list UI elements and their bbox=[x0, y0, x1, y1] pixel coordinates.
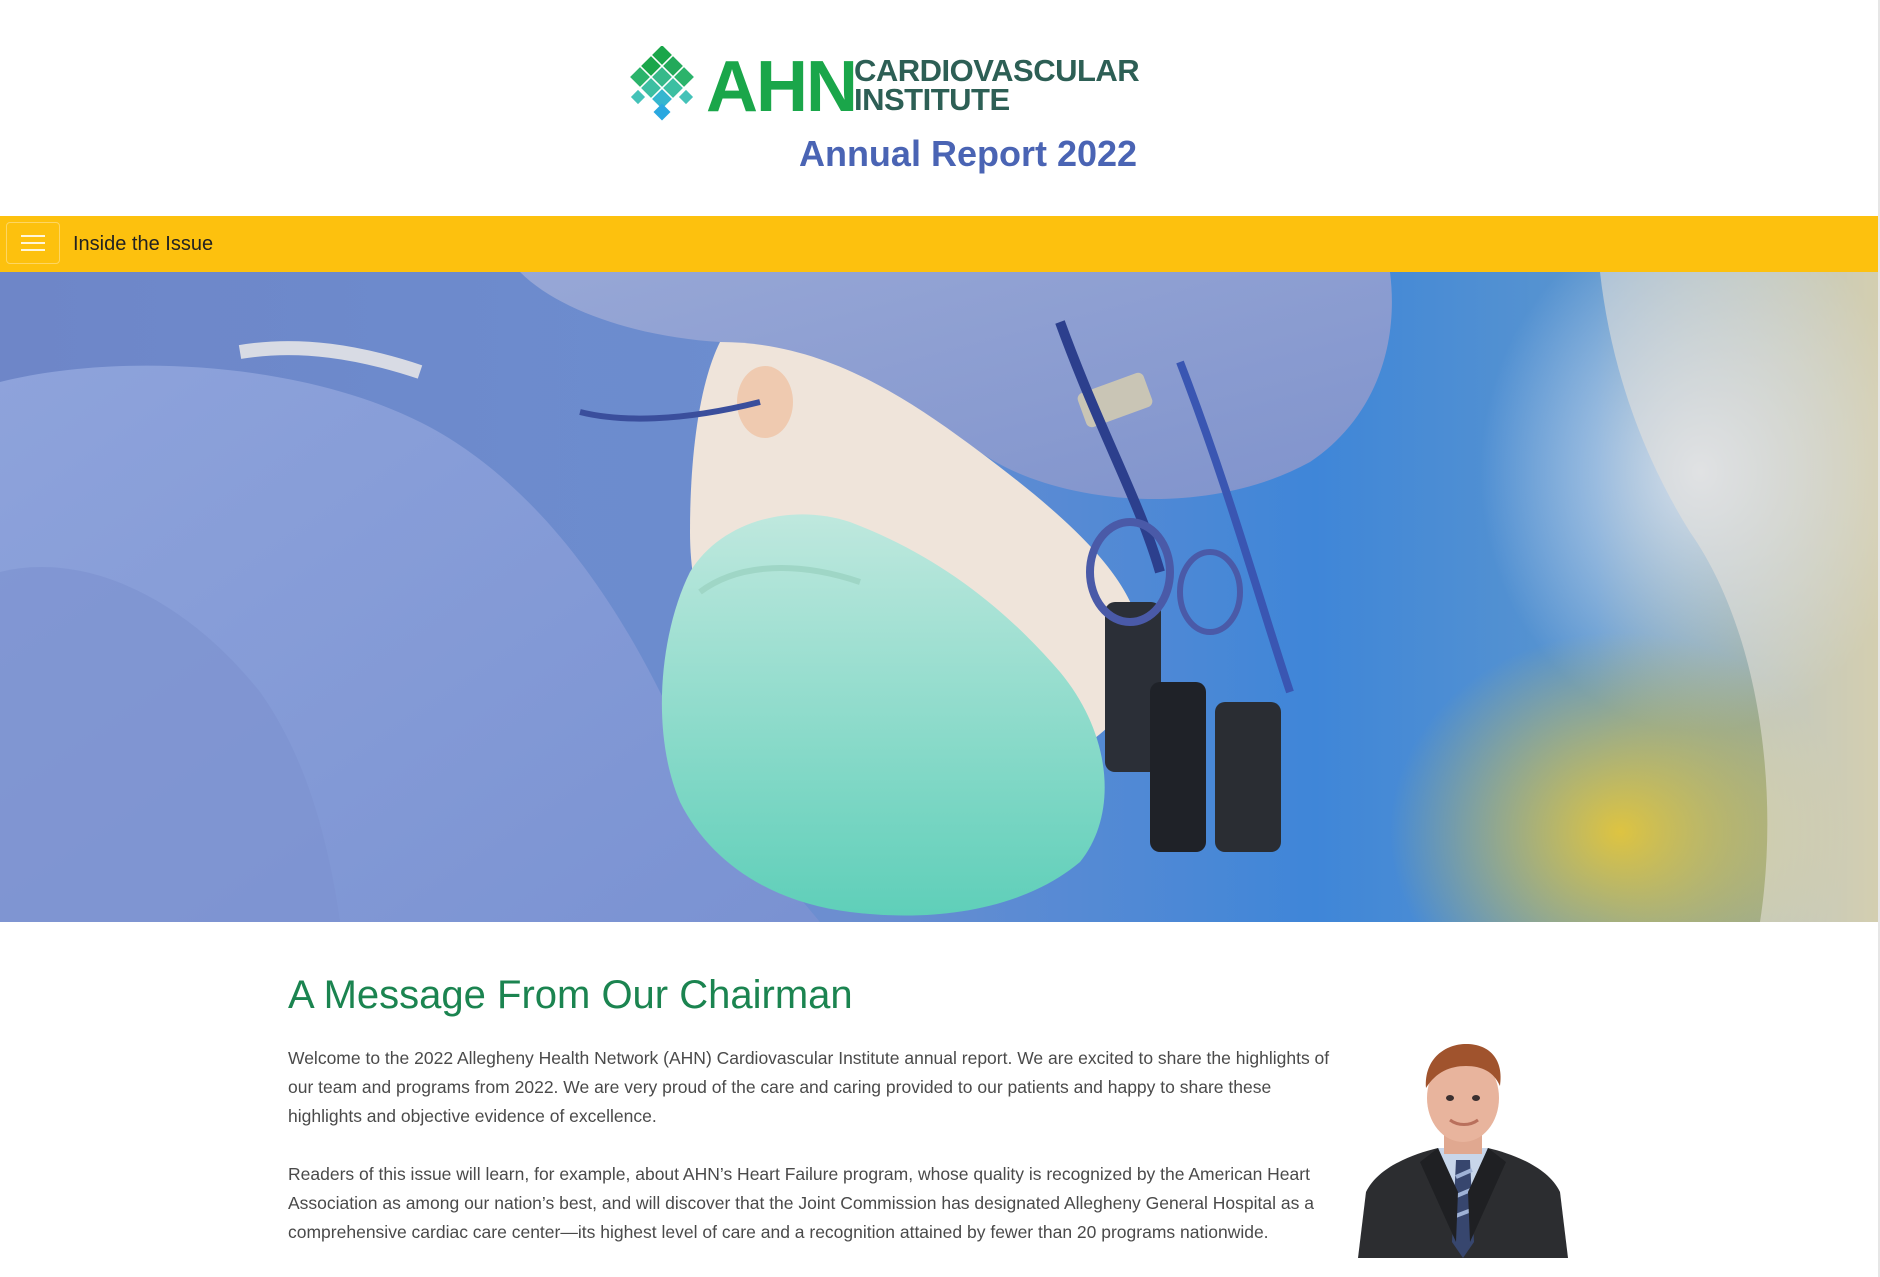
message-body: Welcome to the 2022 Allegheny Health Net… bbox=[288, 1044, 1348, 1276]
report-title: Annual Report 2022 bbox=[798, 133, 1138, 174]
message-paragraph-1: Welcome to the 2022 Allegheny Health Net… bbox=[288, 1048, 1330, 1126]
menu-bar-top bbox=[21, 235, 45, 237]
logo-subtitle-line1: CARDIOVASCULAR bbox=[854, 53, 1140, 88]
ahn-diamond-logo-icon bbox=[630, 46, 694, 121]
ahn-logo[interactable]: AHN CARDIOVASCULAR INSTITUTE bbox=[622, 46, 1140, 128]
chairman-portrait-image bbox=[1358, 1042, 1568, 1258]
message-paragraph-2: Readers of this issue will learn, for ex… bbox=[288, 1164, 1314, 1242]
menu-bar-middle bbox=[21, 242, 45, 244]
main-content: A Message From Our Chairman Welcome to t… bbox=[288, 970, 1568, 1258]
portrait-illustration bbox=[1358, 1042, 1568, 1258]
logo-wordmark: AHN bbox=[706, 47, 858, 127]
page: AHN CARDIOVASCULAR INSTITUTE Annual Repo… bbox=[0, 0, 1880, 1277]
site-header: AHN CARDIOVASCULAR INSTITUTE Annual Repo… bbox=[0, 0, 1878, 216]
chairman-message-title: A Message From Our Chairman bbox=[288, 973, 853, 1017]
menu-bar-bottom bbox=[21, 249, 45, 251]
logo-subtitle-line2: INSTITUTE bbox=[854, 82, 1010, 117]
nav-inside-the-issue[interactable]: Inside the Issue bbox=[73, 231, 213, 257]
hero-illustration bbox=[0, 272, 1878, 922]
surgeon-hero-image bbox=[0, 272, 1878, 922]
navbar: Inside the Issue bbox=[0, 216, 1878, 272]
logo-subtitle: CARDIOVASCULAR INSTITUTE bbox=[854, 53, 1140, 117]
hamburger-menu-icon[interactable] bbox=[6, 222, 60, 264]
